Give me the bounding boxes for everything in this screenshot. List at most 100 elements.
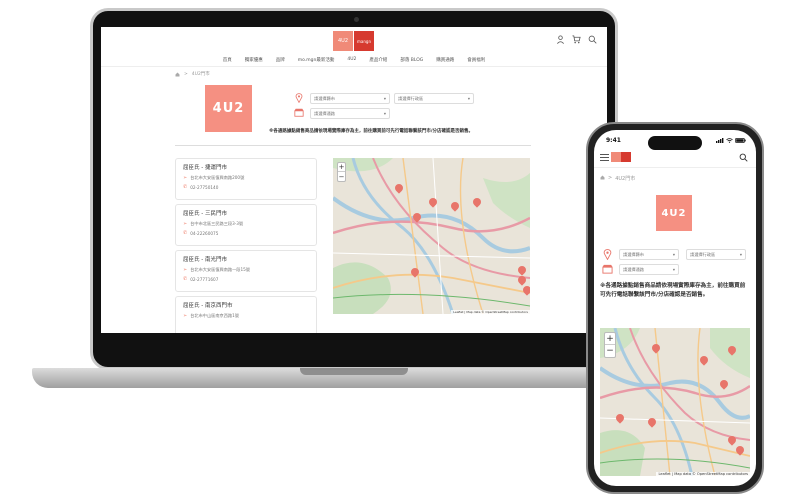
nav-item-members[interactable]: 會員福利 <box>467 57 485 63</box>
map-zoom-control: + − <box>337 162 346 182</box>
brand-box-text: 4U2 <box>212 101 245 116</box>
search-icon[interactable] <box>588 35 597 44</box>
store-card[interactable]: 屈臣氏 - 捷運門市 ➢ 台北市大安區復興南路200號 ✆ 02-27750140 <box>175 158 317 200</box>
signal-icon <box>716 138 724 143</box>
location-pin-icon <box>295 93 303 103</box>
wifi-icon <box>726 138 733 143</box>
store-address-row: ➢ 台中市北區三民路三段3-3號 <box>183 221 309 227</box>
store-card[interactable]: 屈臣氏 - 南光門市 ➢ 台北市大安區復興南路一段15號 ✆ 02-27771607 <box>175 250 317 292</box>
store-address: 台北市中山區南京西路1號 <box>190 313 239 318</box>
store-name: 屈臣氏 - 南京西門市 <box>183 303 233 309</box>
channel-select-value: 請選擇通路 <box>623 266 644 272</box>
nav-item-channels[interactable]: 購買通路 <box>436 57 454 63</box>
search-icon[interactable] <box>739 153 748 162</box>
store-map[interactable]: + − Leaflet | Map data © OpenStreetMap c… <box>333 158 530 314</box>
stock-notice: ※各通路據點銷售商品請依現場實際庫存為主，前往購買前可先行電話聯繫該門市/分店確… <box>600 283 746 298</box>
district-select[interactable]: 請選擇行政區 ▾ <box>394 93 474 104</box>
breadcrumb: > 4U2門市 <box>600 175 635 182</box>
nav-item-offers[interactable]: 獨家優惠 <box>245 57 263 63</box>
map-attribution[interactable]: Leaflet | Map data © OpenStreetMap contr… <box>451 310 530 314</box>
breadcrumb-current: 4U2門市 <box>615 176 636 182</box>
phone-icon: ✆ <box>183 184 188 190</box>
breadcrumb-separator: > <box>608 175 613 181</box>
nav-item-home[interactable]: 首頁 <box>223 57 232 63</box>
zoom-in-button[interactable]: + <box>605 333 615 345</box>
zoom-in-button[interactable]: + <box>338 163 345 172</box>
store-phone[interactable]: 02-27771607 <box>190 277 218 282</box>
store-phone-row: ✆ 02-27750140 <box>183 184 309 190</box>
nav-item-4u2[interactable]: 4U2 <box>347 57 356 63</box>
stock-notice: ※各通路據點銷售商品請依現場實際庫存為主，前往購買前可先行電話聯繫該門市/分店確… <box>269 129 474 134</box>
phone-header-divider <box>594 167 756 168</box>
home-icon[interactable] <box>600 175 605 180</box>
phone-screen: 9:41 > 4U2門市 4U2 請選擇縣市 ▾ 請選擇行政區 ▾ 請選擇通路 ▾ ※… <box>594 130 756 486</box>
store-phone[interactable]: 04-22260075 <box>190 231 218 236</box>
store-card[interactable]: 屈臣氏 - 南京西門市 ➢ 台北市中山區南京西路1號 <box>175 296 317 333</box>
map-tiles <box>333 158 530 314</box>
store-address-row: ➢ 台北市大安區復興南路一段15號 <box>183 267 309 273</box>
city-select[interactable]: 請選擇縣市 ▾ <box>310 93 390 104</box>
channel-select-value: 請選擇通路 <box>314 110 335 116</box>
brand-logo-4u2[interactable] <box>611 152 621 162</box>
laptop-camera <box>354 17 359 22</box>
brand-logo-secondary[interactable]: mangn <box>354 31 374 51</box>
store-map[interactable]: + − Leaflet | Map data © OpenStreetMap c… <box>600 328 750 476</box>
chevron-down-icon: ▾ <box>672 252 675 257</box>
store-address: 台北市大安區復興南路200號 <box>190 175 245 180</box>
site-header: 4U2 mangn 首頁 獨家優惠 品牌 mo.mgn最新活動 4U2 產品介紹… <box>101 27 607 67</box>
user-icon[interactable] <box>556 35 565 44</box>
chevron-down-icon: ▾ <box>467 96 470 101</box>
cart-icon[interactable] <box>572 35 581 44</box>
send-icon: ➢ <box>183 313 188 319</box>
dynamic-island <box>648 136 702 150</box>
map-zoom-control: + − <box>604 332 616 358</box>
map-attribution[interactable]: Leaflet | Map data © OpenStreetMap contr… <box>656 472 750 476</box>
send-icon: ➢ <box>183 221 188 227</box>
city-select-value: 請選擇縣市 <box>314 95 335 101</box>
chevron-down-icon: ▾ <box>383 111 386 116</box>
channel-select[interactable]: 請選擇通路 ▾ <box>310 108 390 119</box>
nav-item-blog[interactable]: 部落 BLOG <box>400 57 423 63</box>
store-address-row: ➢ 台北市中山區南京西路1號 <box>183 313 309 319</box>
chevron-down-icon: ▾ <box>383 96 386 101</box>
city-select-value: 請選擇縣市 <box>623 251 644 257</box>
laptop-screen: 4U2 mangn 首頁 獨家優惠 品牌 mo.mgn最新活動 4U2 產品介紹… <box>101 27 607 333</box>
status-icons <box>716 138 746 143</box>
brand-logo-box: 4U2 <box>656 195 692 231</box>
city-select[interactable]: 請選擇縣市 ▾ <box>619 249 679 260</box>
nav-item-brand[interactable]: 品牌 <box>276 57 285 63</box>
zoom-out-button[interactable]: − <box>338 172 345 181</box>
district-select[interactable]: 請選擇行政區 ▾ <box>686 249 746 260</box>
send-icon: ➢ <box>183 267 188 273</box>
district-select-value: 請選擇行政區 <box>690 251 716 257</box>
store-phone[interactable]: 02-27750140 <box>190 185 218 190</box>
zoom-out-button[interactable]: − <box>605 345 615 357</box>
chevron-down-icon: ▾ <box>739 252 742 257</box>
nav-item-events[interactable]: mo.mgn最新活動 <box>298 57 335 63</box>
secondary-logo-text: mangn <box>357 38 371 44</box>
main-nav: 首頁 獨家優惠 品牌 mo.mgn最新活動 4U2 產品介紹 部落 BLOG 購… <box>101 57 607 63</box>
header-icons <box>556 35 597 44</box>
brand-logo-4u2[interactable]: 4U2 <box>333 31 353 51</box>
store-card[interactable]: 屈臣氏 - 三民門市 ➢ 台中市北區三民路三段3-3號 ✆ 04-22260075 <box>175 204 317 246</box>
battery-icon <box>735 138 746 143</box>
store-address: 台北市大安區復興南路一段15號 <box>190 267 250 272</box>
store-phone-row: ✆ 02-27771607 <box>183 276 309 282</box>
hamburger-menu-icon[interactable] <box>600 154 609 161</box>
channel-select[interactable]: 請選擇通路 ▾ <box>619 264 679 275</box>
brand-logo-secondary[interactable] <box>621 152 631 162</box>
brand-logo-text: 4U2 <box>337 38 349 44</box>
status-time: 9:41 <box>606 137 621 144</box>
shop-icon <box>602 264 613 274</box>
store-address-row: ➢ 台北市大安區復興南路200號 <box>183 175 309 181</box>
home-icon[interactable] <box>175 72 180 77</box>
phone-icon: ✆ <box>183 230 188 236</box>
breadcrumb-current: 4U2門市 <box>191 72 210 77</box>
phone-icon: ✆ <box>183 276 188 282</box>
send-icon: ➢ <box>183 175 188 181</box>
section-divider <box>175 145 531 146</box>
brand-logo-box: 4U2 <box>205 85 252 132</box>
store-address: 台中市北區三民路三段3-3號 <box>190 221 244 226</box>
chevron-down-icon: ▾ <box>672 267 675 272</box>
nav-item-products[interactable]: 產品介紹 <box>369 57 387 63</box>
